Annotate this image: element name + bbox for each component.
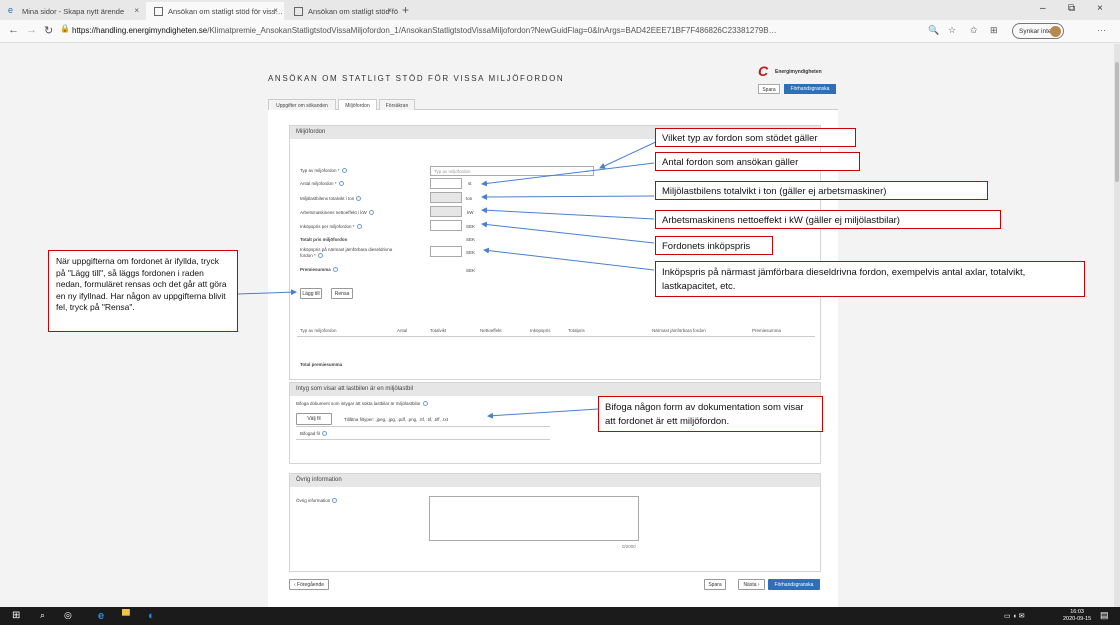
page-icon xyxy=(294,7,303,16)
ie-icon[interactable]: e xyxy=(98,610,104,622)
annotation-attach-help: Bifoga någon form av dokumentation som v… xyxy=(598,396,823,432)
taskbar-clock[interactable]: 16:03 2020-09-15 xyxy=(1063,609,1091,623)
system-tray-icons[interactable]: ▭ ◖ ✉ xyxy=(1004,612,1025,620)
close-tab-icon[interactable]: × xyxy=(134,6,139,15)
minimize-icon[interactable]: – xyxy=(1040,3,1046,14)
browser-tab-mina-sidor[interactable]: e Mina sidor - Skapa nytt ärende × xyxy=(0,2,145,20)
arrow-diesel xyxy=(483,247,655,271)
tab-title: Ansökan om statligt stöd för viss… xyxy=(308,7,398,16)
address-bar: ← → ↻ 🔒 https://handling.energimyndighet… xyxy=(0,20,1120,43)
collections-icon[interactable]: ⊞ xyxy=(990,25,998,36)
close-window-icon[interactable]: × xyxy=(1097,3,1103,14)
annotation-count: Antal fordon som ansökan gäller xyxy=(655,152,860,171)
close-tab-icon[interactable]: × xyxy=(387,6,392,15)
arrow-add xyxy=(237,289,297,296)
clock-date: 2020-09-15 xyxy=(1063,616,1092,622)
refresh-icon[interactable]: ↻ xyxy=(44,24,53,37)
annotation-weight: Miljölastbilens totalvikt i ton (gäller … xyxy=(655,181,988,200)
windows-start-icon[interactable]: ⊞ xyxy=(12,610,20,621)
forward-icon[interactable]: → xyxy=(26,24,37,36)
file-explorer-icon[interactable]: ▀ xyxy=(122,610,130,622)
annotation-power: Arbetsmaskinens nettoeffekt i kW (gäller… xyxy=(655,210,1001,229)
page-icon xyxy=(154,7,163,16)
arrow-power xyxy=(481,207,655,220)
edge-logo-icon: e xyxy=(8,5,14,15)
annotation-type: Vilket typ av fordon som stödet gäller xyxy=(655,128,856,147)
url-domain: https://handling.energimyndigheten.se xyxy=(72,26,208,35)
browser-tab-ansokan[interactable]: Ansökan om statligt stöd för viss… × xyxy=(286,2,398,20)
annotation-add-help: När uppgifterna om fordonet är ifyllda, … xyxy=(48,250,238,332)
url-path: /Klimatpremie_AnsokanStatligtstodVissaMi… xyxy=(207,26,777,35)
task-view-icon[interactable]: ◎ xyxy=(64,610,72,621)
favorite-star-icon[interactable]: ☆ xyxy=(948,25,956,36)
tab-title: Mina sidor - Skapa nytt ärende xyxy=(22,7,125,16)
lock-icon: 🔒 xyxy=(60,24,70,33)
annotation-price: Fordonets inköpspris xyxy=(655,236,773,255)
arrow-weight xyxy=(481,193,655,200)
browser-tab-ansokan-active[interactable]: Ansökan om statligt stöd för viss… × xyxy=(146,2,284,20)
favorites-bar-icon[interactable]: ✩ xyxy=(970,25,978,36)
url-field[interactable]: https://handling.energimyndigheten.se/Kl… xyxy=(72,26,777,35)
notifications-icon[interactable]: ▤ xyxy=(1100,610,1109,621)
arrow-price xyxy=(481,221,655,244)
sync-label: Synkar inte xyxy=(1019,28,1052,35)
new-tab-button[interactable]: + xyxy=(402,3,409,17)
more-menu-icon[interactable]: ··· xyxy=(1097,25,1106,35)
page-viewport: ANSÖKAN OM STATLIGT STÖD FÖR VISSA MILJÖ… xyxy=(0,44,1120,607)
annotation-diesel: Inköpspris på närmast jämförbara dieseld… xyxy=(655,261,1085,297)
restore-icon[interactable]: ⧉ xyxy=(1068,3,1075,14)
profile-avatar xyxy=(1050,26,1061,37)
tab-title: Ansökan om statligt stöd för viss… xyxy=(168,7,284,16)
back-icon[interactable]: ← xyxy=(8,24,19,36)
edge-icon[interactable]: ◐ xyxy=(148,610,155,622)
windows-taskbar: ⊞ ⌕ ◎ e ▀ ◐ ▭ ◖ ✉ 16:03 2020-09-15 ▤ xyxy=(0,607,1120,625)
clock-time: 16:03 xyxy=(1070,609,1084,615)
sync-button[interactable]: Synkar inte xyxy=(1012,23,1064,39)
zoom-icon[interactable]: 🔍 xyxy=(928,25,939,36)
close-tab-icon[interactable]: × xyxy=(273,6,278,15)
arrow-count xyxy=(481,162,655,187)
browser-tab-bar: e Mina sidor - Skapa nytt ärende × Ansök… xyxy=(0,0,1120,20)
search-icon[interactable]: ⌕ xyxy=(40,610,45,621)
arrow-attach xyxy=(487,408,599,419)
